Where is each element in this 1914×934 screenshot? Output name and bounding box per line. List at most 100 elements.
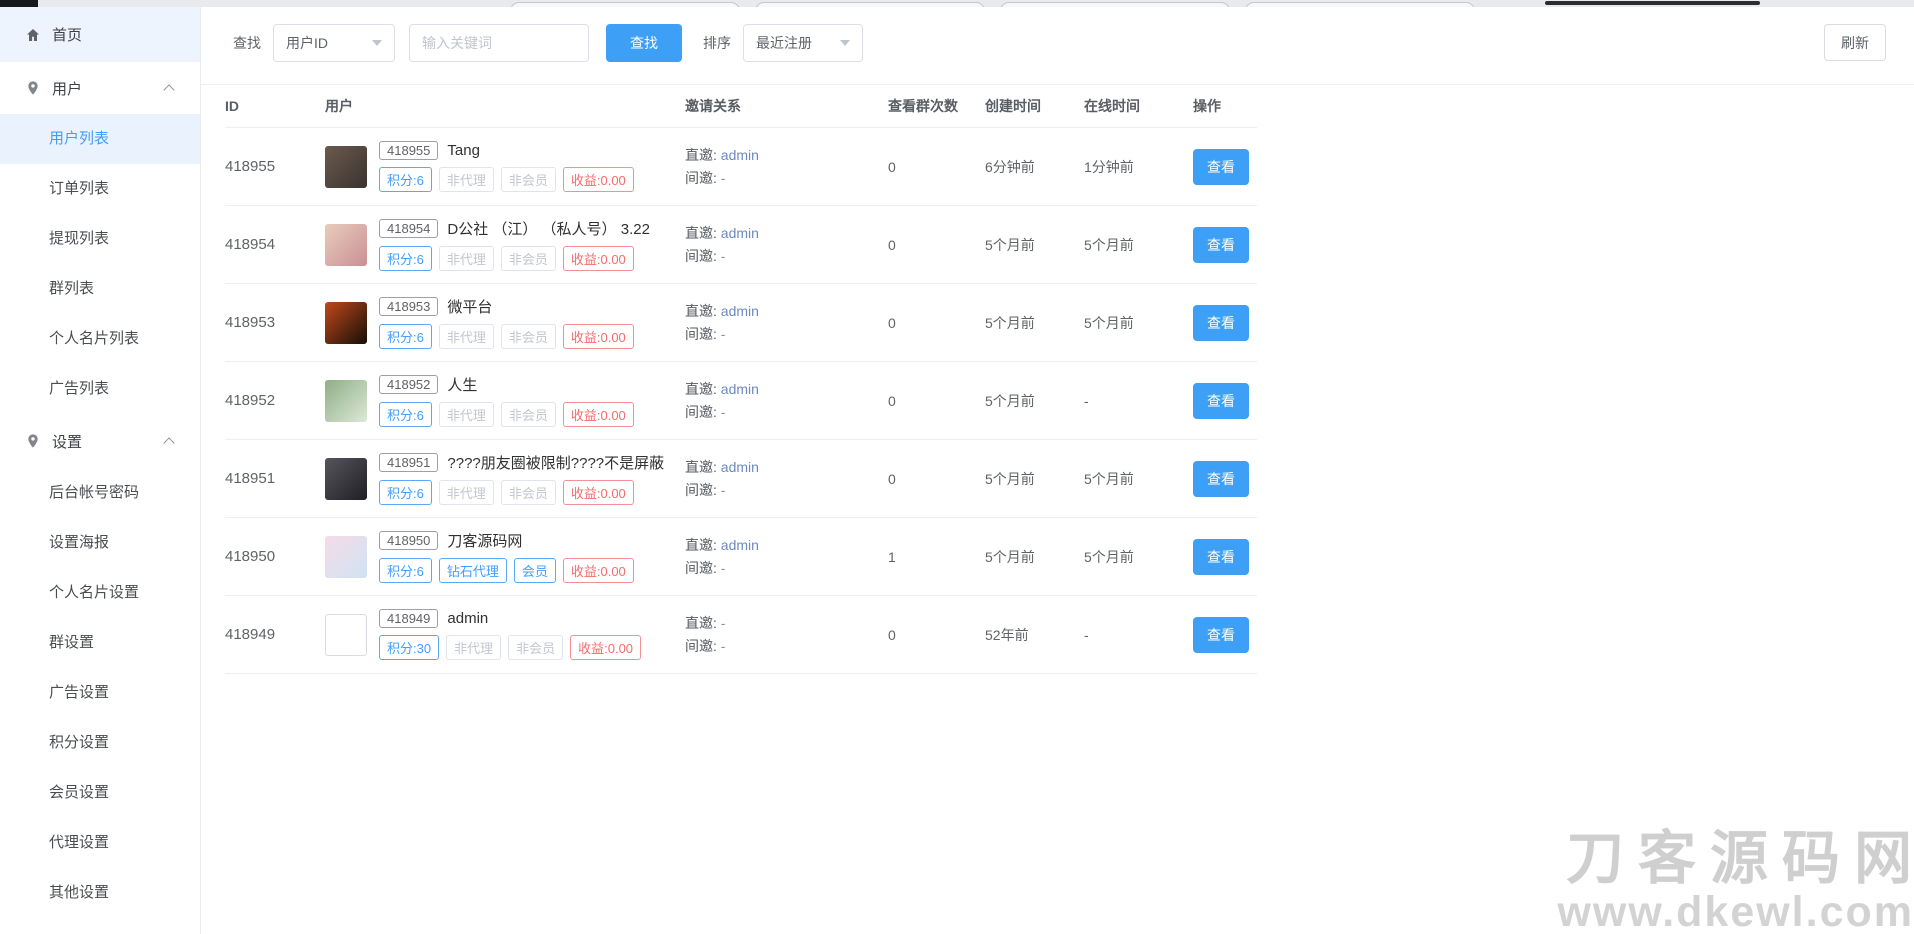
invite-cell: 直邀: admin 间邀: - [685,222,888,268]
sidebar-item-ad-list[interactable]: 广告列表 [0,364,200,414]
user-cell: 418954 D公社 （江） （私人号） 3.22 积分:6非代理非会员收益:0… [325,218,685,271]
user-id: 418950 [225,548,325,565]
search-field-value: 用户ID [286,33,328,53]
indirect-invite-value: - [721,170,726,186]
online-time: - [1084,393,1193,409]
sidebar-item-card-list[interactable]: 个人名片列表 [0,314,200,364]
view-button[interactable]: 查看 [1193,617,1249,653]
direct-invite-label: 直邀: [685,225,721,241]
table-row: 418949 418949 admin 积分:30非代理非会员收益:0.00 直… [225,596,1257,674]
view-count: 0 [888,627,985,643]
sidebar-group-settings[interactable]: 设置 [0,414,200,468]
user-id: 418952 [225,392,325,409]
sidebar-item-points-setting[interactable]: 积分设置 [0,718,200,768]
pin-icon [25,433,41,449]
sidebar-home-label: 首页 [52,24,82,45]
direct-invite-label: 直邀: [685,147,721,163]
invite-cell: 直邀: admin 间邀: - [685,378,888,424]
user-badge: 收益:0.00 [563,167,634,192]
created-time: 5个月前 [985,547,1084,567]
column-header-invite: 邀请关系 [685,96,888,116]
user-id: 418955 [225,158,325,175]
sidebar-item-group-setting[interactable]: 群设置 [0,618,200,668]
user-cell: 418949 admin 积分:30非代理非会员收益:0.00 [325,609,685,660]
direct-invite-value: - [721,615,726,631]
browser-tab[interactable] [510,2,740,7]
sidebar-item-poster-setting[interactable]: 设置海报 [0,518,200,568]
avatar [325,614,367,656]
keyword-input[interactable] [409,24,589,62]
user-badge: 非代理 [439,480,494,505]
view-button[interactable]: 查看 [1193,227,1249,263]
sidebar-item-user-list[interactable]: 用户列表 [0,114,200,164]
direct-invite-value: admin [721,303,759,319]
sort-select[interactable]: 最近注册 [743,24,863,62]
column-header-created: 创建时间 [985,96,1084,116]
user-badges: 积分:6非代理非会员收益:0.00 [379,480,664,505]
view-button[interactable]: 查看 [1193,539,1249,575]
view-button[interactable]: 查看 [1193,461,1249,497]
direct-invite-label: 直邀: [685,381,721,397]
column-header-user: 用户 [325,96,685,116]
browser-tab[interactable] [1000,2,1230,7]
indirect-invite-value: - [721,560,726,576]
indirect-invite-label: 间邀: [685,248,721,264]
user-id-chip: 418954 [379,219,438,238]
user-id-chip: 418949 [379,609,438,628]
user-badge: 收益:0.00 [563,246,634,271]
user-badge: 收益:0.00 [563,324,634,349]
invite-cell: 直邀: admin 间邀: - [685,300,888,346]
indirect-invite-value: - [721,482,726,498]
indirect-invite-label: 间邀: [685,326,721,342]
user-badge: 非会员 [501,480,556,505]
table-row: 418955 418955 Tang 积分:6非代理非会员收益:0.00 直邀:… [225,128,1257,206]
table-row: 418952 418952 人生 积分:6非代理非会员收益:0.00 直邀: a… [225,362,1257,440]
avatar [325,146,367,188]
user-id: 418949 [225,626,325,643]
sidebar-item-member-setting[interactable]: 会员设置 [0,768,200,818]
direct-invite-value: admin [721,537,759,553]
user-name: Tang [447,142,480,159]
invite-cell: 直邀: admin 间邀: - [685,534,888,580]
direct-invite-label: 直邀: [685,615,721,631]
indirect-invite-value: - [721,638,726,654]
sidebar-item-withdraw-list[interactable]: 提现列表 [0,214,200,264]
table-header-row: ID 用户 邀请关系 查看群次数 创建时间 在线时间 操作 [225,85,1257,128]
refresh-button[interactable]: 刷新 [1824,24,1886,61]
browser-tab[interactable] [755,2,985,7]
created-time: 5个月前 [985,469,1084,489]
sidebar-item-group-list[interactable]: 群列表 [0,264,200,314]
sidebar-item-home[interactable]: 首页 [0,7,200,62]
user-name: 微平台 [447,296,492,317]
user-badges: 积分:6钻石代理会员收益:0.00 [379,558,634,583]
sidebar-item-other-setting[interactable]: 其他设置 [0,868,200,918]
direct-invite-label: 直邀: [685,303,721,319]
avatar [325,302,367,344]
created-time: 52年前 [985,625,1084,645]
browser-tab[interactable] [1245,2,1475,7]
avatar [325,380,367,422]
sidebar-group-users[interactable]: 用户 [0,62,200,114]
view-button[interactable]: 查看 [1193,383,1249,419]
user-badge: 非会员 [501,402,556,427]
sidebar-item-ad-setting[interactable]: 广告设置 [0,668,200,718]
user-id-chip: 418951 [379,453,438,472]
sidebar-item-card-setting[interactable]: 个人名片设置 [0,568,200,618]
table-row: 418954 418954 D公社 （江） （私人号） 3.22 积分:6非代理… [225,206,1257,284]
view-count: 1 [888,549,985,565]
sidebar-item-admin-password[interactable]: 后台帐号密码 [0,468,200,518]
online-time: 5个月前 [1084,547,1193,567]
sidebar-item-order-list[interactable]: 订单列表 [0,164,200,214]
user-id-chip: 418953 [379,297,438,316]
search-button[interactable]: 查找 [606,24,682,62]
user-badges: 积分:6非代理非会员收益:0.00 [379,324,634,349]
sidebar: 首页 用户 用户列表 订单列表 提现列表 群列表 个人名片列表 广告列表 设置 … [0,7,201,934]
sidebar-item-agent-setting[interactable]: 代理设置 [0,818,200,868]
indirect-invite-value: - [721,248,726,264]
view-button[interactable]: 查看 [1193,149,1249,185]
view-button[interactable]: 查看 [1193,305,1249,341]
search-field-select[interactable]: 用户ID [273,24,395,62]
view-count: 0 [888,315,985,331]
home-icon [25,27,41,43]
user-cell: 418951 ????朋友圈被限制????不是屏蔽 积分:6非代理非会员收益:0… [325,452,685,505]
